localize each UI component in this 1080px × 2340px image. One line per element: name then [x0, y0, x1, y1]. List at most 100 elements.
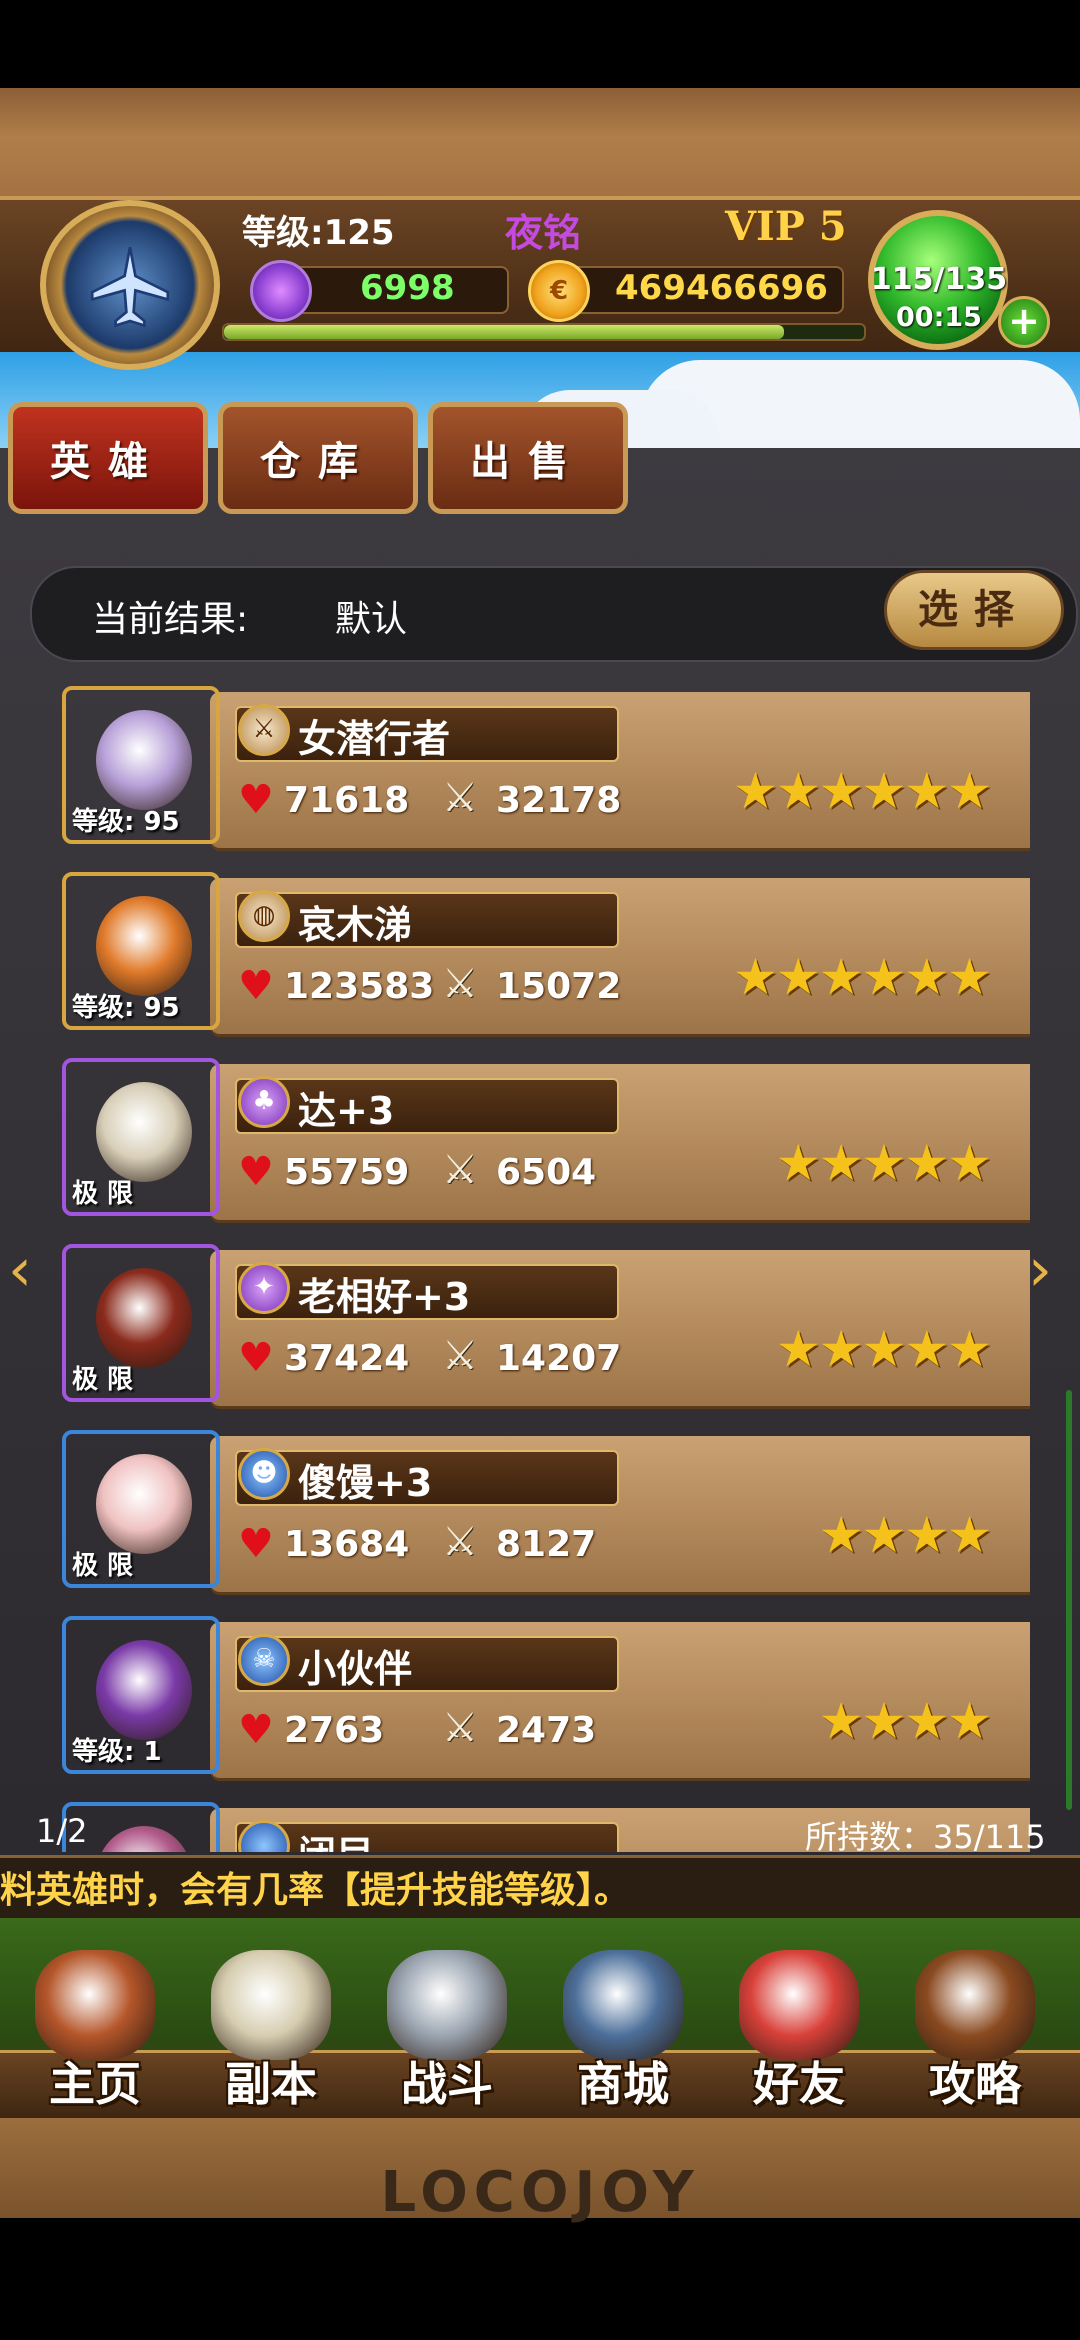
crossed-swords-icon: ⚔	[442, 961, 478, 1007]
hero-face	[96, 1268, 192, 1368]
hero-name: 傻馒+3	[298, 1461, 433, 1505]
heart-icon: ♥	[238, 963, 274, 1009]
owned-count: 所持数：35/115	[805, 1818, 1046, 1856]
hero-face	[96, 710, 192, 810]
nav-label: 好友	[753, 2057, 845, 2111]
axe-icon: ✦	[238, 1262, 290, 1314]
nav-item[interactable]: 战斗	[362, 1940, 532, 2120]
crossed-swords-icon: ⚔	[442, 1705, 478, 1751]
scrollbar[interactable]	[1066, 1390, 1072, 1810]
hero-hp: 71618	[284, 780, 410, 821]
hero-face	[96, 1454, 192, 1554]
star-rating: ★★★★★★	[733, 948, 992, 1006]
hero-name-plate	[235, 892, 619, 948]
hero-name-plate	[235, 1822, 619, 1852]
ticker-text: 料英雄时，会有几率【提升技能等级】。	[0, 1870, 631, 1911]
gold-coin-icon: €	[528, 260, 590, 322]
skull-dungeon-icon	[211, 1950, 331, 2060]
crossed-swords-icon: ⚔	[442, 1333, 478, 1379]
select-button[interactable]: 选择	[884, 570, 1064, 650]
filter-label: 当前结果:	[92, 599, 249, 640]
hero-attack: 32178	[496, 780, 622, 821]
hero-card[interactable]: 等级: 95 ◍ 哀木涕 ♥ 123583 ⚔ 15072 ★★★★★★	[60, 866, 1030, 1036]
top-parchment	[0, 88, 1080, 198]
hero-portrait[interactable]: 极 限	[62, 1430, 220, 1588]
heart-icon: ♥	[238, 777, 274, 823]
hero-attack: 6504	[496, 1152, 597, 1193]
nav-item[interactable]: 攻略	[890, 1940, 1060, 2120]
friends-icon	[739, 1950, 859, 2060]
tab-sell[interactable]: 出售	[428, 402, 628, 514]
hero-portrait[interactable]: 极 限	[62, 1058, 220, 1216]
skull-icon: ☠	[238, 1634, 290, 1686]
hero-card[interactable]: 极 限 ✦ 老相好+3 ♥ 37424 ⚔ 14207 ★★★★★	[60, 1238, 1030, 1408]
filter-value: 默认	[335, 599, 408, 640]
hero-hp: 13684	[284, 1524, 410, 1565]
hero-name-plate	[235, 1078, 619, 1134]
tab-heroes[interactable]: 英雄	[8, 402, 208, 514]
shield-icon: ◍	[238, 890, 290, 942]
shop-icon	[563, 1950, 683, 2060]
nav-label: 商城	[577, 2057, 669, 2111]
heart-icon: ♥	[238, 1521, 274, 1567]
hero-portrait[interactable]: 等级: 95	[62, 686, 220, 844]
hero-card[interactable]: 等级: 95 ⚔ 女潜行者 ♥ 71618 ⚔ 32178 ★★★★★★	[60, 680, 1030, 850]
sword-icon: ⚔	[238, 704, 290, 756]
hero-hp: 123583	[284, 966, 435, 1007]
prev-page-arrow-icon[interactable]: ‹	[8, 1235, 32, 1305]
heart-icon: ♥	[238, 1149, 274, 1195]
brand-logo: LOCOJOY	[380, 2160, 700, 2225]
star-rating: ★★★★★	[775, 1320, 992, 1378]
nav-label: 副本	[225, 2057, 317, 2111]
hero-face	[96, 896, 192, 996]
nav-item[interactable]: 主页	[10, 1940, 180, 2120]
airplane-icon	[90, 246, 170, 328]
star-rating: ★★★★★★	[733, 762, 992, 820]
hero-face	[96, 1640, 192, 1740]
hero-card[interactable]: 极 限 ☻ 傻馒+3 ♥ 13684 ⚔ 8127 ★★★★	[60, 1424, 1030, 1594]
crossed-swords-icon: ⚔	[442, 775, 478, 821]
hero-portrait[interactable]: 等级: 1	[62, 1616, 220, 1774]
hero-name: 小伙伴	[298, 1647, 413, 1691]
hero-face	[96, 1082, 192, 1182]
hero-list[interactable]: 等级: 95 ⚔ 女潜行者 ♥ 71618 ⚔ 32178 ★★★★★★ 等级: 95 ◍ 哀木涕 ♥…	[60, 680, 1030, 1852]
hero-attack: 14207	[496, 1338, 622, 1379]
battle-icon	[387, 1950, 507, 2060]
hero-level-caption: 极 限	[72, 1551, 134, 1581]
hero-attack: 8127	[496, 1524, 597, 1565]
hero-level-caption: 等级: 95	[72, 993, 180, 1023]
hero-level-caption: 极 限	[72, 1179, 134, 1209]
hero-card[interactable]: 极 限 ♣ 达+3 ♥ 55759 ⚔ 6504 ★★★★★	[60, 1052, 1030, 1222]
hero-name-plate	[235, 1636, 619, 1692]
player-name: 夜铭	[505, 211, 582, 255]
hero-attack: 2473	[496, 1710, 597, 1751]
hero-name: 老相好+3	[298, 1275, 471, 1319]
star-rating: ★★★★	[818, 1692, 992, 1750]
hero-face	[96, 1826, 192, 1852]
hero-name: 哀木涕	[298, 903, 413, 947]
page-indicator: 1/2	[36, 1812, 88, 1850]
gem-value: 6998	[360, 268, 455, 308]
hero-level-caption: 极 限	[72, 1365, 134, 1395]
hero-name: 达+3	[298, 1089, 395, 1133]
add-energy-button[interactable]: +	[998, 296, 1050, 348]
next-page-arrow-icon[interactable]: ›	[1028, 1235, 1052, 1305]
tab-warehouse[interactable]: 仓库	[218, 402, 418, 514]
nav-label: 战斗	[401, 2057, 493, 2111]
hero-portrait[interactable]: 极 限	[62, 1244, 220, 1402]
hero-card[interactable]: 等级: 1 ☠ 小伙伴 ♥ 2763 ⚔ 2473 ★★★★	[60, 1610, 1030, 1780]
hero-name: 女潜行者	[298, 717, 451, 761]
player-level: 等级:125	[242, 213, 395, 253]
vip-badge[interactable]: VIP 5	[725, 203, 847, 250]
hero-portrait[interactable]: 等级: 95	[62, 872, 220, 1030]
hero-level-caption: 等级: 1	[72, 1737, 162, 1767]
hero-level-caption: 等级: 95	[72, 807, 180, 837]
player-avatar[interactable]	[40, 200, 220, 370]
xp-bar-fill	[224, 325, 784, 339]
energy-timer: 00:15	[896, 302, 982, 333]
crossed-swords-icon: ⚔	[442, 1519, 478, 1565]
nav-item[interactable]: 商城	[538, 1940, 708, 2120]
nav-item[interactable]: 好友	[714, 1940, 884, 2120]
nav-item[interactable]: 副本	[186, 1940, 356, 2120]
guide-book-icon	[915, 1950, 1035, 2060]
